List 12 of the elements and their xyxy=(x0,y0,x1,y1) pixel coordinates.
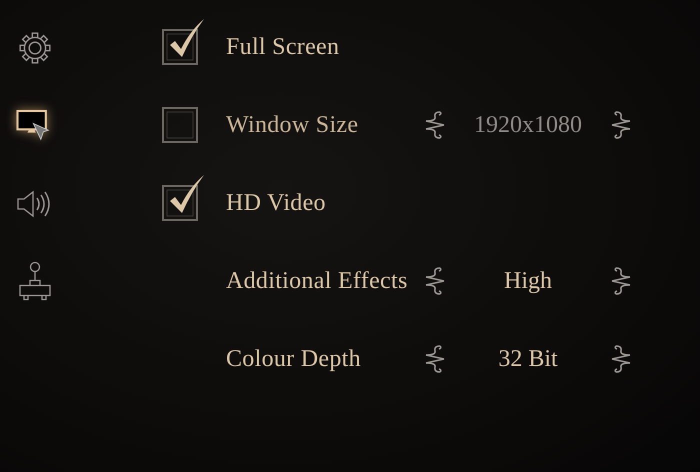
option-label: Full Screen xyxy=(226,33,340,62)
checkbox[interactable] xyxy=(162,17,206,65)
option-value: 1920x1080 xyxy=(473,111,583,140)
joystick-icon xyxy=(17,261,53,303)
option-label: Colour Depth xyxy=(226,345,362,374)
option-label: Additional Effects xyxy=(226,267,409,296)
option-label: HD Video xyxy=(226,189,327,218)
checkbox[interactable] xyxy=(162,173,206,221)
option-label: Window Size xyxy=(226,111,360,140)
option-value: High xyxy=(503,267,553,296)
option-value: 32 Bit xyxy=(497,345,559,374)
gear-icon xyxy=(17,30,53,66)
